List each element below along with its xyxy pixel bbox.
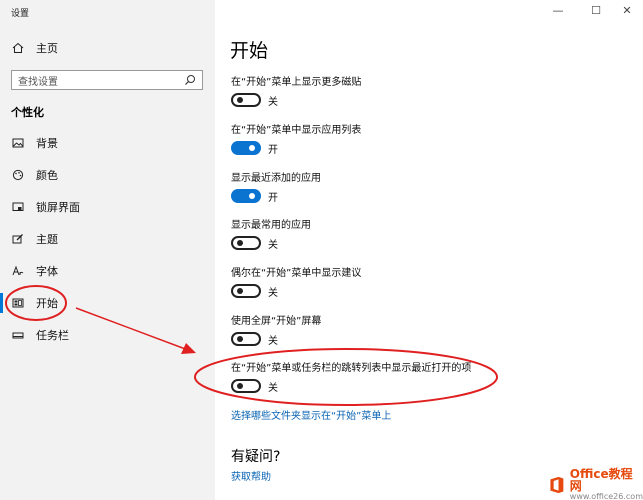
watermark: Office教程网 www.office26.com <box>548 467 643 500</box>
toggle-suggestions[interactable] <box>231 284 261 298</box>
toggle-state-more-tiles: 关 <box>268 97 278 108</box>
toggle-state-recently-added: 开 <box>268 193 278 204</box>
sidebar-item-label: 任务栏 <box>36 329 69 342</box>
setting-label-app-list: 在“开始”菜单中显示应用列表 <box>231 125 362 136</box>
window-title: 设置 <box>11 9 30 19</box>
search-icon <box>185 75 195 85</box>
help-heading: 有疑问? <box>231 449 281 465</box>
toggle-more-tiles[interactable] <box>231 93 261 107</box>
sidebar-item-themes[interactable]: 主题 <box>0 225 215 253</box>
sidebar-item-fonts[interactable]: 字体 <box>0 257 215 285</box>
section-title: 个性化 <box>11 106 44 119</box>
sidebar-item-label: 开始 <box>36 297 58 310</box>
watermark-brand: Office教程网 <box>569 467 633 493</box>
sidebar-item-background[interactable]: 背景 <box>0 129 215 157</box>
sidebar-item-label: 锁屏界面 <box>36 201 80 214</box>
setting-label-suggestions: 偶尔在“开始”菜单中显示建议 <box>231 268 362 279</box>
toggle-recently-added[interactable] <box>231 189 261 203</box>
setting-label-more-tiles: 在“开始”菜单上显示更多磁贴 <box>231 77 362 88</box>
page-title: 开始 <box>230 40 269 62</box>
sidebar-item-taskbar[interactable]: 任务栏 <box>0 321 215 349</box>
font-icon <box>11 264 25 278</box>
toggle-state-full-screen: 关 <box>268 336 278 347</box>
toggle-knob <box>237 336 243 342</box>
sidebar-item-label: 主页 <box>36 42 58 55</box>
toggle-knob <box>237 97 243 103</box>
toggle-state-recent-items: 关 <box>268 383 278 394</box>
toggle-state-suggestions: 关 <box>268 288 278 299</box>
toggle-knob <box>237 383 243 389</box>
annotation-circle-recent-items <box>194 348 498 406</box>
sidebar-item-label: 主题 <box>36 233 58 246</box>
search-input[interactable]: 查找设置 <box>11 70 203 90</box>
search-placeholder: 查找设置 <box>18 76 58 88</box>
office-logo-icon <box>550 476 564 493</box>
setting-label-most-used: 显示最常用的应用 <box>231 220 311 231</box>
sidebar-item-home[interactable]: 主页 <box>0 34 215 62</box>
sidebar-item-colors[interactable]: 颜色 <box>0 161 215 189</box>
toggle-state-most-used: 关 <box>268 240 278 251</box>
brush-icon <box>11 232 25 246</box>
folders-link[interactable]: 选择哪些文件夹显示在“开始”菜单上 <box>231 407 391 422</box>
sidebar: 设置 主页 查找设置 个性化 背景 颜色 锁屏界面 主题 字体 开始 任务栏 <box>0 0 215 500</box>
toggle-state-app-list: 开 <box>268 145 278 156</box>
watermark-url: www.office26.com <box>569 492 643 500</box>
maximize-button[interactable]: ☐ <box>586 4 606 17</box>
close-button[interactable]: ✕ <box>617 4 637 17</box>
setting-label-full-screen: 使用全屏“开始”屏幕 <box>231 316 322 327</box>
sidebar-item-lock-screen[interactable]: 锁屏界面 <box>0 193 215 221</box>
toggle-knob <box>237 288 243 294</box>
toggle-knob <box>249 193 255 199</box>
toggle-knob <box>237 240 243 246</box>
start-icon <box>11 296 25 310</box>
picture-icon <box>11 136 25 150</box>
sidebar-item-label: 背景 <box>36 137 58 150</box>
lock-screen-icon <box>11 200 25 214</box>
minimize-button[interactable]: — <box>548 4 568 17</box>
toggle-knob <box>249 145 255 151</box>
sidebar-item-label: 颜色 <box>36 169 58 182</box>
toggle-recent-items[interactable] <box>231 379 261 393</box>
sidebar-item-start[interactable]: 开始 <box>0 289 215 317</box>
palette-icon <box>11 168 25 182</box>
toggle-most-used[interactable] <box>231 236 261 250</box>
setting-label-recently-added: 显示最近添加的应用 <box>231 173 321 184</box>
taskbar-icon <box>11 328 25 342</box>
toggle-full-screen[interactable] <box>231 332 261 346</box>
sidebar-item-label: 字体 <box>36 265 58 278</box>
toggle-app-list[interactable] <box>231 141 261 155</box>
setting-label-recent-items: 在“开始”菜单或任务栏的跳转列表中显示最近打开的项 <box>231 363 472 374</box>
get-help-link[interactable]: 获取帮助 <box>231 468 271 483</box>
home-icon <box>11 41 25 55</box>
